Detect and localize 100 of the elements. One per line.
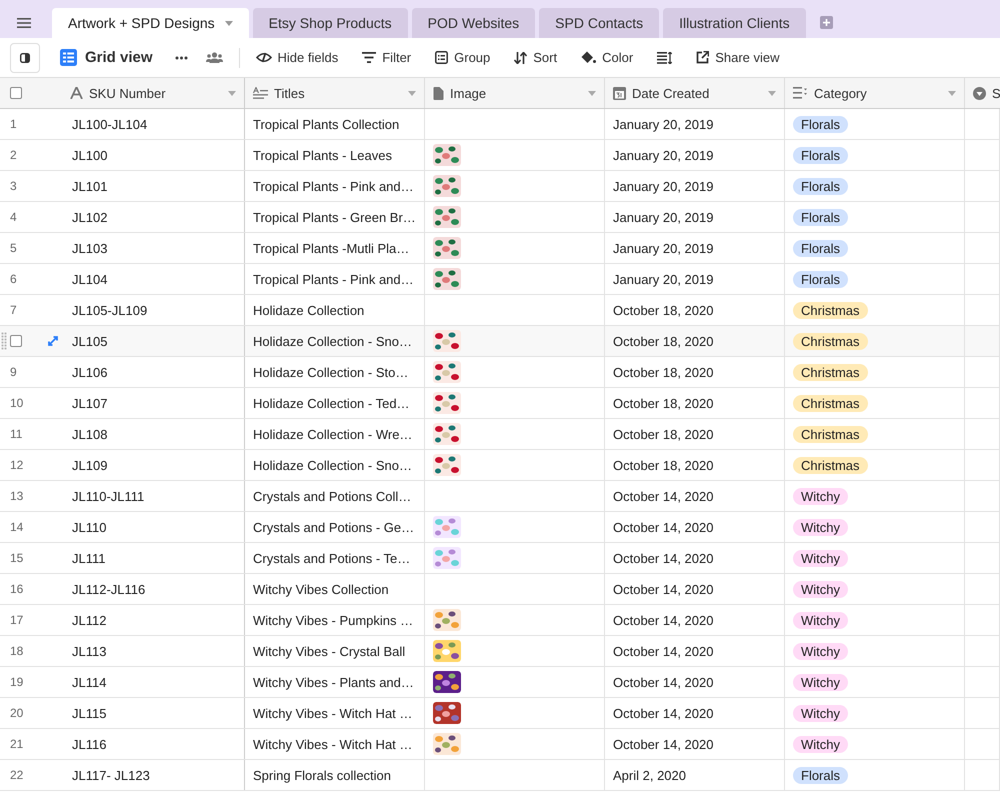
category-tag: Christmas — [793, 332, 868, 350]
toolbar-button[interactable]: Hide fields — [250, 46, 344, 69]
category-tag: Florals — [793, 270, 848, 288]
column-header[interactable]: Category — [785, 78, 965, 108]
category-tag: Christmas — [793, 394, 868, 412]
category-tag: Christmas — [793, 302, 868, 318]
select-all-checkbox[interactable] — [10, 87, 22, 99]
row-checkbox[interactable] — [10, 335, 22, 347]
table-cell: JL105 — [72, 334, 108, 348]
table-cell: Crystals and Potions Coll… — [253, 488, 412, 504]
category-tag: Witchy — [793, 736, 848, 752]
toolbar-button[interactable]: Group — [429, 46, 496, 69]
table-cell: October 18, 2020 — [613, 396, 714, 410]
add-table-icon[interactable] — [820, 16, 833, 29]
toolbar-button[interactable]: Filter — [356, 46, 418, 69]
table-cell: January 20, 2019 — [613, 178, 714, 194]
table-cell: JL101 — [72, 178, 108, 194]
table-cell: Witchy Vibes - Witch Hat … — [253, 706, 412, 720]
row-number: 18 — [10, 644, 24, 658]
row-number: 2 — [10, 148, 17, 162]
row-number: 5 — [10, 241, 17, 255]
table-cell: Witchy Vibes - Plants and… — [253, 674, 414, 690]
row-number: 14 — [10, 520, 24, 534]
category-tag: Witchy — [793, 550, 848, 566]
table-cell: Holidaze Collection — [253, 302, 364, 318]
more-icon[interactable] — [174, 56, 188, 60]
sidebar-icon — [20, 52, 30, 62]
toolbar-button[interactable]: Sort — [508, 46, 564, 69]
file-icon — [433, 86, 444, 100]
select-field-icon — [793, 87, 808, 99]
table-tab[interactable]: POD Websites — [412, 8, 536, 38]
row-number: 20 — [10, 706, 24, 720]
category-tag: Christmas — [793, 456, 868, 474]
table-cell: October 18, 2020 — [613, 364, 714, 380]
table-cell: Crystals and Potions - Ge… — [253, 520, 414, 534]
toolbar-button[interactable]: Share view — [690, 46, 786, 69]
toolbar-button[interactable]: Color — [575, 46, 640, 69]
category-tag: Florals — [793, 208, 848, 226]
row-height-icon — [657, 52, 672, 64]
table-cell: JL113 — [72, 644, 106, 658]
column-header[interactable]: Titles — [245, 78, 425, 108]
table-cell: Holidaze Collection - Wre… — [253, 426, 412, 442]
row-number: 15 — [10, 551, 24, 565]
row-number: 13 — [10, 489, 24, 503]
table-cell: JL100 — [72, 148, 108, 162]
view-switcher[interactable]: Grid view — [54, 45, 159, 70]
table-cell: JL110-JL111 — [72, 488, 144, 504]
long-text-icon — [253, 87, 268, 99]
table-cell: Witchy Vibes - Witch Hat … — [253, 736, 412, 752]
table-tab[interactable]: Illustration Clients — [663, 8, 806, 38]
row-number: 17 — [10, 613, 24, 627]
row-number: 10 — [10, 396, 24, 410]
table-cell: Holidaze Collection - Sto… — [253, 364, 408, 380]
table-tab[interactable]: Artwork + SPD Designs — [52, 8, 249, 38]
table-cell: Witchy Vibes - Pumpkins … — [253, 612, 414, 628]
table-cell: October 18, 2020 — [613, 334, 714, 348]
column-header[interactable]: Image — [425, 78, 605, 108]
category-tag: Christmas — [793, 364, 868, 380]
table-cell: January 20, 2019 — [613, 240, 714, 256]
table-cell: Tropical Plants - Pink and… — [253, 178, 414, 194]
table-cell: January 20, 2019 — [613, 210, 714, 224]
table-cell: October 14, 2020 — [613, 644, 714, 658]
table-tab[interactable]: SPD Contacts — [539, 8, 660, 38]
table-cell: JL112 — [72, 612, 106, 628]
drag-handle[interactable] — [1, 332, 7, 350]
people-icon[interactable] — [206, 52, 223, 63]
expand-icon[interactable] — [48, 336, 58, 346]
table-cell: October 18, 2020 — [613, 302, 714, 318]
table-cell: JL103 — [72, 240, 108, 256]
category-tag: Christmas — [793, 426, 868, 442]
table-cell: Witchy Vibes Collection — [253, 582, 389, 596]
table-cell: Tropical Plants - Leaves — [253, 148, 392, 162]
column-header[interactable]: S — [965, 78, 1000, 108]
category-tag: Witchy — [793, 612, 848, 628]
status-field-icon — [973, 86, 986, 100]
table-cell: JL114 — [72, 674, 106, 690]
text-field-icon — [70, 87, 83, 99]
table-tab[interactable]: Etsy Shop Products — [252, 8, 408, 38]
table-cell: Holidaze Collection - Ted… — [253, 396, 410, 410]
table-cell: JL108 — [72, 426, 108, 442]
sidebar-toggle-button[interactable] — [10, 42, 40, 72]
column-header[interactable]: Date Created — [605, 78, 785, 108]
table-cell: JL104 — [72, 272, 108, 286]
table-cell: October 14, 2020 — [613, 706, 714, 720]
table-cell: JL106 — [72, 364, 108, 380]
table-cell: Tropical Plants Collection — [253, 116, 400, 132]
table-cell: JL110 — [72, 520, 106, 534]
category-tag: Florals — [793, 240, 848, 256]
group-icon — [435, 51, 448, 64]
table-cell: JL116 — [72, 736, 106, 752]
row-number: 4 — [10, 210, 17, 224]
category-tag: Witchy — [793, 518, 848, 536]
row-number: 21 — [10, 737, 24, 751]
table-cell: JL111 — [72, 550, 106, 566]
table-cell: Spring Florals collection — [253, 768, 392, 782]
table-cell: January 20, 2019 — [613, 116, 714, 132]
column-header[interactable]: SKU Number — [62, 78, 245, 108]
share-icon — [696, 51, 710, 64]
table-cell: January 20, 2019 — [613, 148, 714, 162]
category-tag: Florals — [793, 116, 848, 132]
